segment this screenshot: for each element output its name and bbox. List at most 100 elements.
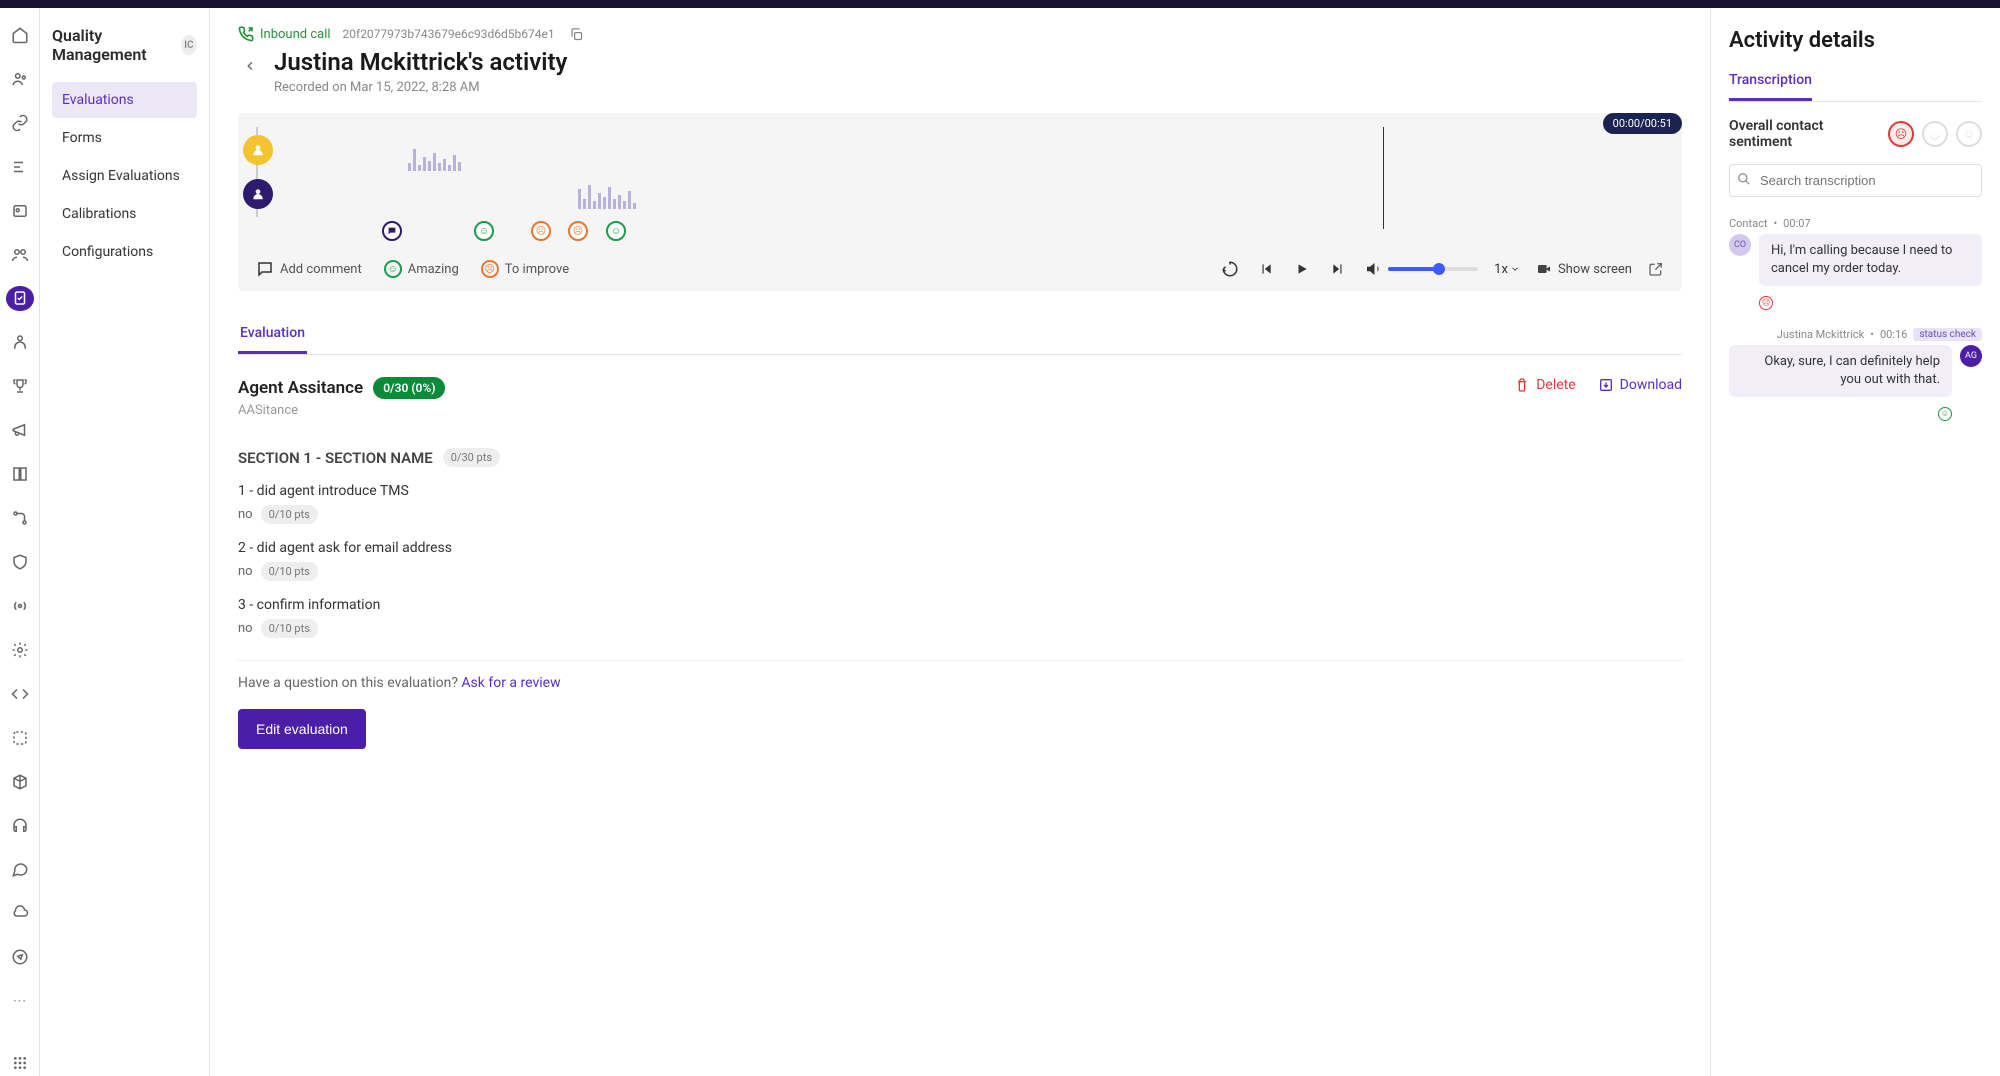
- section-title: SECTION 1 - SECTION NAME 0/30 pts: [238, 448, 1682, 467]
- sentiment-label: Overall contact sentiment: [1729, 118, 1888, 150]
- call-id: 20f2077973b743679e6c93d6d5b674e1: [343, 27, 555, 41]
- popout-icon[interactable]: [1648, 261, 1664, 277]
- question-2: 2 - did agent ask for email address: [238, 540, 1682, 556]
- apps-icon[interactable]: [6, 1050, 34, 1076]
- contact-waveform: [408, 145, 461, 171]
- agent-waveform: [578, 183, 636, 209]
- copy-icon[interactable]: [569, 27, 584, 42]
- agent-avatar-small: AG: [1960, 345, 1982, 367]
- clipboard-check-icon[interactable]: [6, 286, 34, 312]
- tab-transcription[interactable]: Transcription: [1729, 72, 1812, 101]
- home-icon[interactable]: [6, 22, 34, 48]
- chat-icon[interactable]: [6, 857, 34, 883]
- download-button[interactable]: Download: [1598, 377, 1682, 393]
- id-icon[interactable]: [6, 198, 34, 224]
- icon-rail: ⋯: [0, 8, 40, 1076]
- ask-review-link[interactable]: Ask for a review: [461, 675, 560, 691]
- to-improve-button[interactable]: ☹ To improve: [481, 260, 569, 278]
- cloud-icon[interactable]: [6, 900, 34, 926]
- broadcast-icon[interactable]: [6, 593, 34, 619]
- cube-icon[interactable]: [6, 769, 34, 795]
- positive-marker-icon[interactable]: ☺: [606, 221, 626, 241]
- message-bubble[interactable]: Hi, I'm calling because I need to cancel…: [1759, 234, 1982, 286]
- search-icon: [1737, 172, 1751, 186]
- evaluation-subtitle: AASitance: [238, 403, 445, 418]
- megaphone-icon[interactable]: [6, 417, 34, 443]
- page-subtitle: Recorded on Mar 15, 2022, 8:28 AM: [274, 80, 567, 95]
- shield-icon[interactable]: [6, 549, 34, 575]
- add-comment-button[interactable]: Add comment: [256, 260, 362, 278]
- sidebar: Quality Management IC Evaluations Forms …: [40, 8, 210, 1076]
- sidebar-chip: IC: [181, 35, 197, 55]
- negative-marker-icon[interactable]: ☹: [568, 221, 588, 241]
- player-controls-bar: Add comment ☺ Amazing ☹ To improve: [256, 247, 1664, 291]
- flow-icon[interactable]: [6, 505, 34, 531]
- sidebar-item-assign[interactable]: Assign Evaluations: [52, 158, 197, 194]
- code-icon[interactable]: [6, 681, 34, 707]
- volume-control[interactable]: [1364, 260, 1478, 278]
- answer-1: no 0/10 pts: [238, 505, 1682, 524]
- evaluation-title: Agent Assitance 0/30 (0%): [238, 377, 445, 399]
- sidebar-item-evaluations[interactable]: Evaluations: [52, 82, 197, 118]
- headset-icon[interactable]: [6, 813, 34, 839]
- gear-icon[interactable]: [6, 637, 34, 663]
- playhead[interactable]: [1383, 127, 1384, 229]
- replay-icon[interactable]: [1220, 259, 1240, 279]
- delete-button[interactable]: Delete: [1514, 377, 1575, 393]
- phone-inbound-icon: [238, 26, 254, 42]
- message-bubble[interactable]: Okay, sure, I can definitely help you ou…: [1729, 345, 1952, 397]
- sentiment-negative-icon[interactable]: ☹: [1888, 121, 1914, 147]
- sentiment-neutral-icon[interactable]: ◡: [1922, 121, 1948, 147]
- sentiment-positive-icon[interactable]: ☺: [1956, 121, 1982, 147]
- volume-slider[interactable]: [1388, 267, 1478, 271]
- skip-previous-icon[interactable]: [1256, 259, 1276, 279]
- speed-selector[interactable]: 1x: [1494, 262, 1520, 277]
- play-icon[interactable]: [1292, 259, 1312, 279]
- message-sentiment-neg-icon: ☹: [1759, 296, 1773, 310]
- skip-next-icon[interactable]: [1328, 259, 1348, 279]
- message-sentiment-pos-icon: ☺: [1938, 407, 1952, 421]
- answer-3: no 0/10 pts: [238, 619, 1682, 638]
- book-icon[interactable]: [6, 461, 34, 487]
- tab-evaluation[interactable]: Evaluation: [238, 315, 307, 354]
- transcript-message-agent: Justina Mckittrick • 00:16 status check …: [1729, 328, 1982, 421]
- people-icon[interactable]: [6, 66, 34, 92]
- sidebar-title: Quality Management IC: [52, 26, 197, 64]
- artifact-icon[interactable]: [6, 725, 34, 751]
- link-icon[interactable]: [6, 110, 34, 136]
- main-tabs: Evaluation: [238, 315, 1682, 355]
- sentiment-icons: ☹ ◡ ☺: [1888, 121, 1982, 147]
- section-points: 0/30 pts: [443, 448, 500, 467]
- sidebar-item-configurations[interactable]: Configurations: [52, 234, 197, 270]
- call-type-label: Inbound call: [260, 27, 331, 42]
- call-type-chip: Inbound call 20f2077973b743679e6c93d6d5b…: [238, 26, 555, 42]
- trophy-icon[interactable]: [6, 373, 34, 399]
- more-icon[interactable]: ⋯: [6, 988, 34, 1014]
- comment-marker-icon[interactable]: [382, 221, 402, 241]
- team-icon[interactable]: [6, 242, 34, 268]
- edit-evaluation-button[interactable]: Edit evaluation: [238, 709, 366, 749]
- activity-details-panel: Activity details Transcription Overall c…: [1710, 8, 2000, 1076]
- group-icon[interactable]: [6, 329, 34, 355]
- search-transcription-input[interactable]: [1729, 164, 1982, 197]
- audio-tracks[interactable]: [256, 127, 1664, 217]
- back-button[interactable]: [238, 54, 262, 78]
- score-badge: 0/30 (0%): [373, 377, 445, 399]
- positive-marker-icon[interactable]: ☺: [474, 221, 494, 241]
- volume-icon: [1364, 260, 1382, 278]
- sidebar-item-calibrations[interactable]: Calibrations: [52, 196, 197, 232]
- contact-avatar: [243, 135, 273, 165]
- transcript-message-contact: Contact • 00:07 CO Hi, I'm calling becau…: [1729, 217, 1982, 310]
- amazing-button[interactable]: ☺ Amazing: [384, 260, 459, 278]
- negative-marker-icon[interactable]: ☹: [531, 221, 551, 241]
- top-app-bar: [0, 0, 2000, 8]
- trash-icon: [1514, 377, 1530, 393]
- smile-icon: ☺: [384, 260, 402, 278]
- sidebar-item-forms[interactable]: Forms: [52, 120, 197, 156]
- waveform-card: 00:00/00:51 ☺ ☹ ☹ ☺: [238, 113, 1682, 291]
- compass-icon[interactable]: [6, 944, 34, 970]
- review-prompt: Have a question on this evaluation? Ask …: [238, 660, 1682, 691]
- settings-icon[interactable]: [6, 154, 34, 180]
- show-screen-button[interactable]: Show screen: [1536, 261, 1632, 277]
- page-title: Justina Mckittrick's activity: [274, 48, 567, 76]
